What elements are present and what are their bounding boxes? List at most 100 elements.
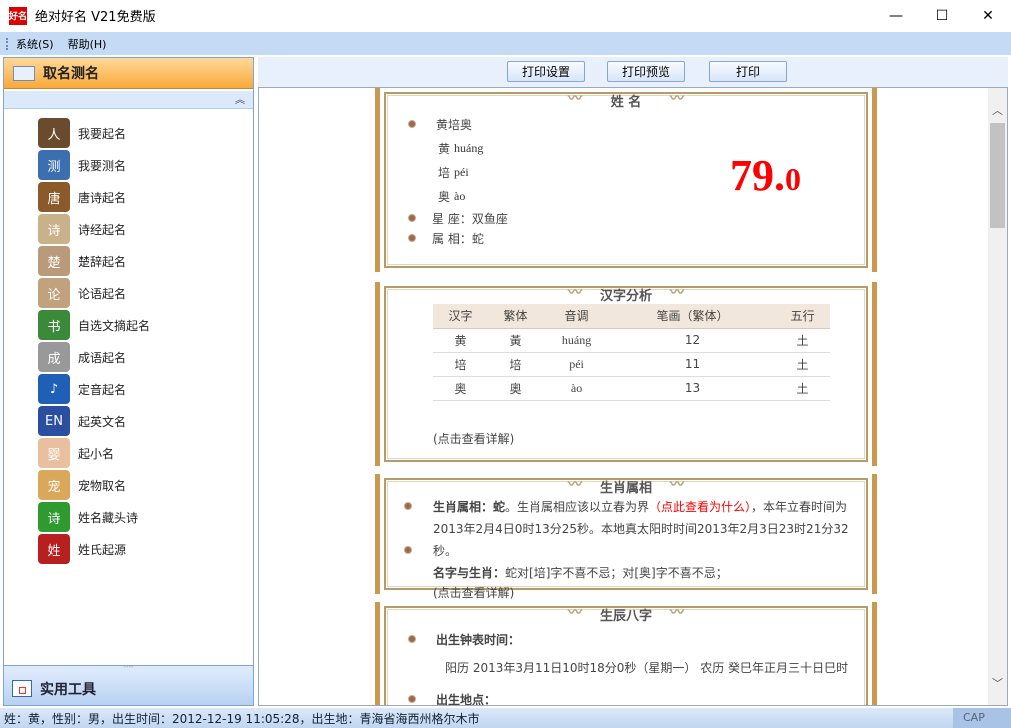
table-cell: 13 [610, 376, 775, 401]
full-name: 黄培奥 [436, 117, 473, 132]
sidebar-item-label: 唐诗起名 [78, 190, 127, 205]
sidebar-item-label: 成语起名 [78, 350, 127, 365]
hanzi-section: 汉字分析 汉字繁体音调笔画（繁体）五行黄黃huáng12土培培péi11土奥奧à… [375, 282, 877, 466]
lunyu-icon: 论 [38, 278, 70, 308]
sidebar-item[interactable]: 论论语起名 [4, 277, 253, 309]
column-header: 汉字 [433, 304, 488, 329]
minimize-button[interactable]: — [873, 0, 919, 31]
sidebar-item[interactable]: 婴起小名 [4, 437, 253, 469]
scroll-thumb[interactable] [990, 123, 1005, 228]
sidebar-item-label: 宠物取名 [78, 478, 127, 493]
zodiac-section: 生肖属相 生肖属相：蛇。生肖属相应该以立春为界（点此查看为什么），本年立春时间为… [375, 474, 877, 600]
report-view: 姓 名 黄培奥 黄huáng 培péi 奥ào 星 座：双鱼座 属 相：蛇 79… [258, 87, 1008, 706]
column-header: 繁体 [487, 304, 543, 329]
bazi-section: 生辰八字 出生钟表时间： 阳历 2013年3月11日10时18分0秒（星期一） … [375, 602, 877, 705]
sidebar-tools-label: 实用工具 [40, 681, 96, 698]
zodiac-detail-link[interactable]: (点击查看详解) [433, 584, 864, 602]
zodiac: 属 相：蛇 [432, 231, 484, 246]
grip-icon [6, 37, 8, 50]
table-cell: 11 [610, 352, 775, 377]
table-cell: 黃 [487, 328, 543, 353]
magnifier-icon: 测 [38, 150, 70, 180]
pinyin: huáng [454, 140, 484, 155]
scroll-down-icon[interactable]: ﹀ [988, 675, 1007, 691]
sidebar-item-label: 姓名藏头诗 [78, 510, 139, 525]
sidebar-item[interactable]: 楚楚辞起名 [4, 245, 253, 277]
maximize-button[interactable]: ☐ [919, 0, 965, 31]
sidebar-item[interactable]: 诗诗经起名 [4, 213, 253, 245]
pinyin: péi [454, 164, 469, 179]
bullet-icon [408, 120, 416, 128]
sidebar-item[interactable]: 姓姓氏起源 [4, 533, 253, 565]
shijing-icon: 诗 [38, 214, 70, 244]
table-cell: 土 [774, 376, 830, 401]
close-button[interactable]: ✕ [965, 0, 1011, 31]
sidebar-item-label: 我要起名 [78, 126, 127, 141]
table-cell: 土 [774, 328, 830, 353]
sidebar-item-label: 楚辞起名 [78, 254, 127, 269]
speaker-icon: ♪ [38, 374, 70, 404]
name-section: 姓 名 黄培奥 黄huáng 培péi 奥ào 星 座：双鱼座 属 相：蛇 79… [375, 88, 877, 272]
sidebar-item-label: 起英文名 [78, 414, 127, 429]
uk-flag-icon: EN [38, 406, 70, 436]
menu-help[interactable]: 帮助(H) [68, 36, 107, 52]
status-bar: 姓：黄，性别：男，出生时间：2012-12-19 11:05:28，出生地：青海… [0, 708, 1011, 728]
sidebar-header-naming[interactable]: 取名测名 [4, 58, 253, 89]
sidebar-item[interactable]: 书自选文摘起名 [4, 309, 253, 341]
person-icon: 人 [38, 118, 70, 148]
vertical-scrollbar[interactable]: ︿ ﹀ [988, 88, 1007, 705]
bullet-icon [408, 695, 416, 703]
hanzi-table: 汉字 繁体 音调 笔画（繁体） 五行黄黃 huáng 12 土培培 péi 11 土奥奧 ào 13 土 [433, 304, 830, 401]
why-link[interactable]: （点此查看为什么） [649, 500, 751, 514]
scroll-up-icon[interactable]: ︿ [988, 102, 1007, 118]
sidebar-item[interactable]: EN 起英文名 [4, 405, 253, 437]
caps-indicator: CAP [953, 708, 1011, 728]
menu-system[interactable]: 系统(S) [16, 36, 54, 52]
tang-poem-icon: 唐 [38, 182, 70, 212]
sidebar-item[interactable]: 宠宠物取名 [4, 469, 253, 501]
sidebar: 取名测名 ︽ 人我要起名测我要测名唐唐诗起名诗诗经起名楚楚辞起名论论语起名书自选… [3, 57, 254, 706]
zodiac-label: 生肖属相：蛇 [433, 500, 506, 514]
status-text: 姓：黄，性别：男，出生时间：2012-12-19 11:05:28，出生地：青海… [4, 711, 480, 726]
bullet-icon [408, 234, 416, 242]
table-cell: péi [542, 352, 611, 377]
table-cell: 奧 [487, 376, 543, 401]
sidebar-item[interactable]: 人我要起名 [4, 117, 253, 149]
bullet-icon [404, 546, 412, 554]
table-cell: huáng [542, 328, 611, 353]
sidebar-item-label: 我要测名 [78, 158, 127, 173]
bullet-icon [408, 214, 416, 222]
print-button[interactable]: 打印 [709, 61, 787, 82]
sidebar-item[interactable]: ♪ 定音起名 [4, 373, 253, 405]
table-row: 黄黃 huáng 12 土 [433, 328, 830, 353]
table-row: 培培 péi 11 土 [433, 352, 830, 377]
sidebar-item[interactable]: 测我要测名 [4, 149, 253, 181]
column-header: 音调 [542, 304, 611, 329]
print-toolbar: 打印设置 打印预览 打印 [258, 57, 1008, 87]
sidebar-item-label: 诗经起名 [78, 222, 127, 237]
sidebar-item[interactable]: 唐唐诗起名 [4, 181, 253, 213]
envelope-icon [13, 65, 35, 81]
column-header: 五行 [774, 304, 830, 329]
hanzi-detail-link[interactable]: (点击查看详解) [433, 427, 864, 451]
table-cell: 培 [487, 352, 543, 377]
surname-icon: 姓 [38, 534, 70, 564]
print-setup-button[interactable]: 打印设置 [507, 61, 585, 82]
bullet-icon [408, 635, 416, 643]
sidebar-item[interactable]: 成成语起名 [4, 341, 253, 373]
print-preview-button[interactable]: 打印预览 [607, 61, 685, 82]
name-score: 79.0 [730, 151, 801, 200]
name-zodiac-label: 名字与生肖： [433, 566, 506, 580]
collapse-button[interactable]: ︽ [4, 91, 253, 109]
char: 黄 [438, 141, 451, 156]
dog-icon: 宠 [38, 470, 70, 500]
sidebar-tools[interactable]: 实用工具 [4, 672, 253, 705]
books-icon: 书 [38, 310, 70, 340]
sidebar-item-label: 起小名 [78, 446, 115, 461]
column-header: 笔画（繁体） [610, 304, 775, 329]
table-cell: 12 [610, 328, 775, 353]
char: 奥 [438, 189, 451, 204]
bullet-icon [404, 502, 412, 510]
sidebar-item[interactable]: 诗姓名藏头诗 [4, 501, 253, 533]
section-title: 生肖属相 [388, 474, 864, 496]
